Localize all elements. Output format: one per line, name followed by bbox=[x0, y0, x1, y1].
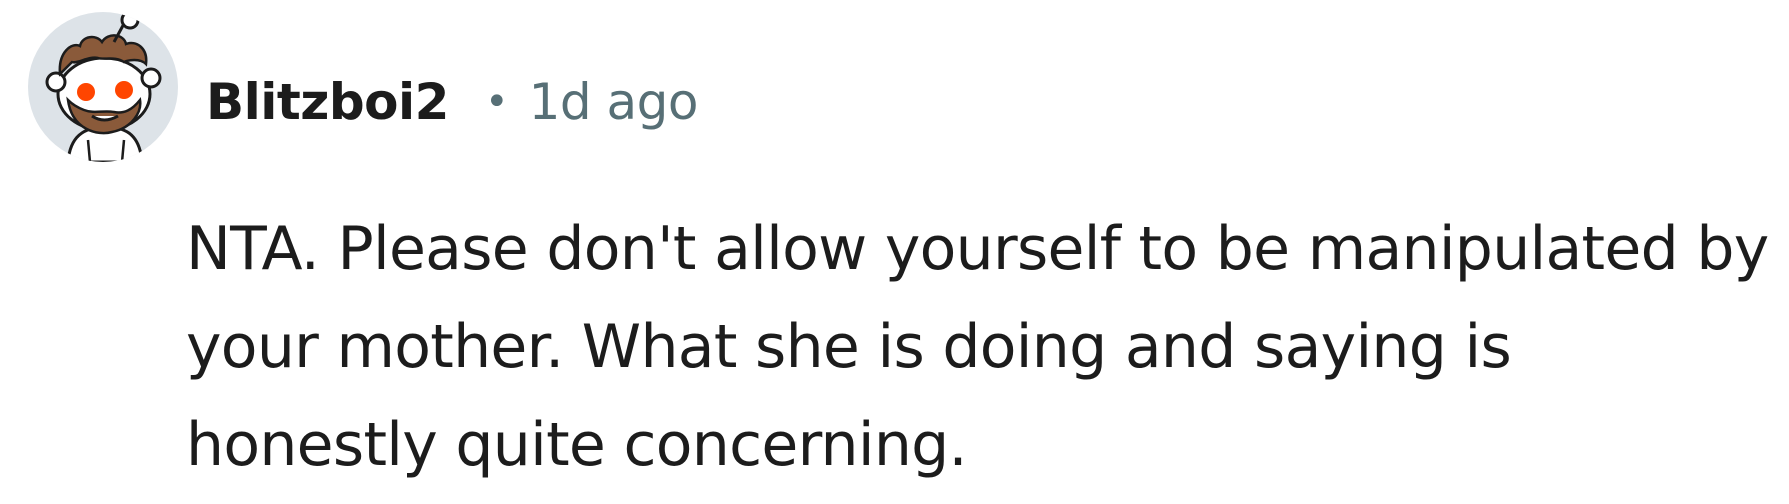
comment-header: Blitzboi2 • 1d ago bbox=[206, 62, 698, 142]
comment-timestamp[interactable]: 1d ago bbox=[529, 73, 699, 131]
comment-body: NTA. Please don't allow yourself to be m… bbox=[186, 200, 1776, 494]
separator-dot: • bbox=[484, 79, 509, 125]
comment-text: NTA. Please don't allow yourself to be m… bbox=[186, 214, 1769, 480]
comment: Blitzboi2 • 1d ago NTA. Please don't all… bbox=[0, 0, 1789, 504]
username-link[interactable]: Blitzboi2 bbox=[206, 73, 449, 131]
user-avatar[interactable] bbox=[28, 12, 178, 162]
snoo-avatar-icon bbox=[28, 12, 178, 162]
